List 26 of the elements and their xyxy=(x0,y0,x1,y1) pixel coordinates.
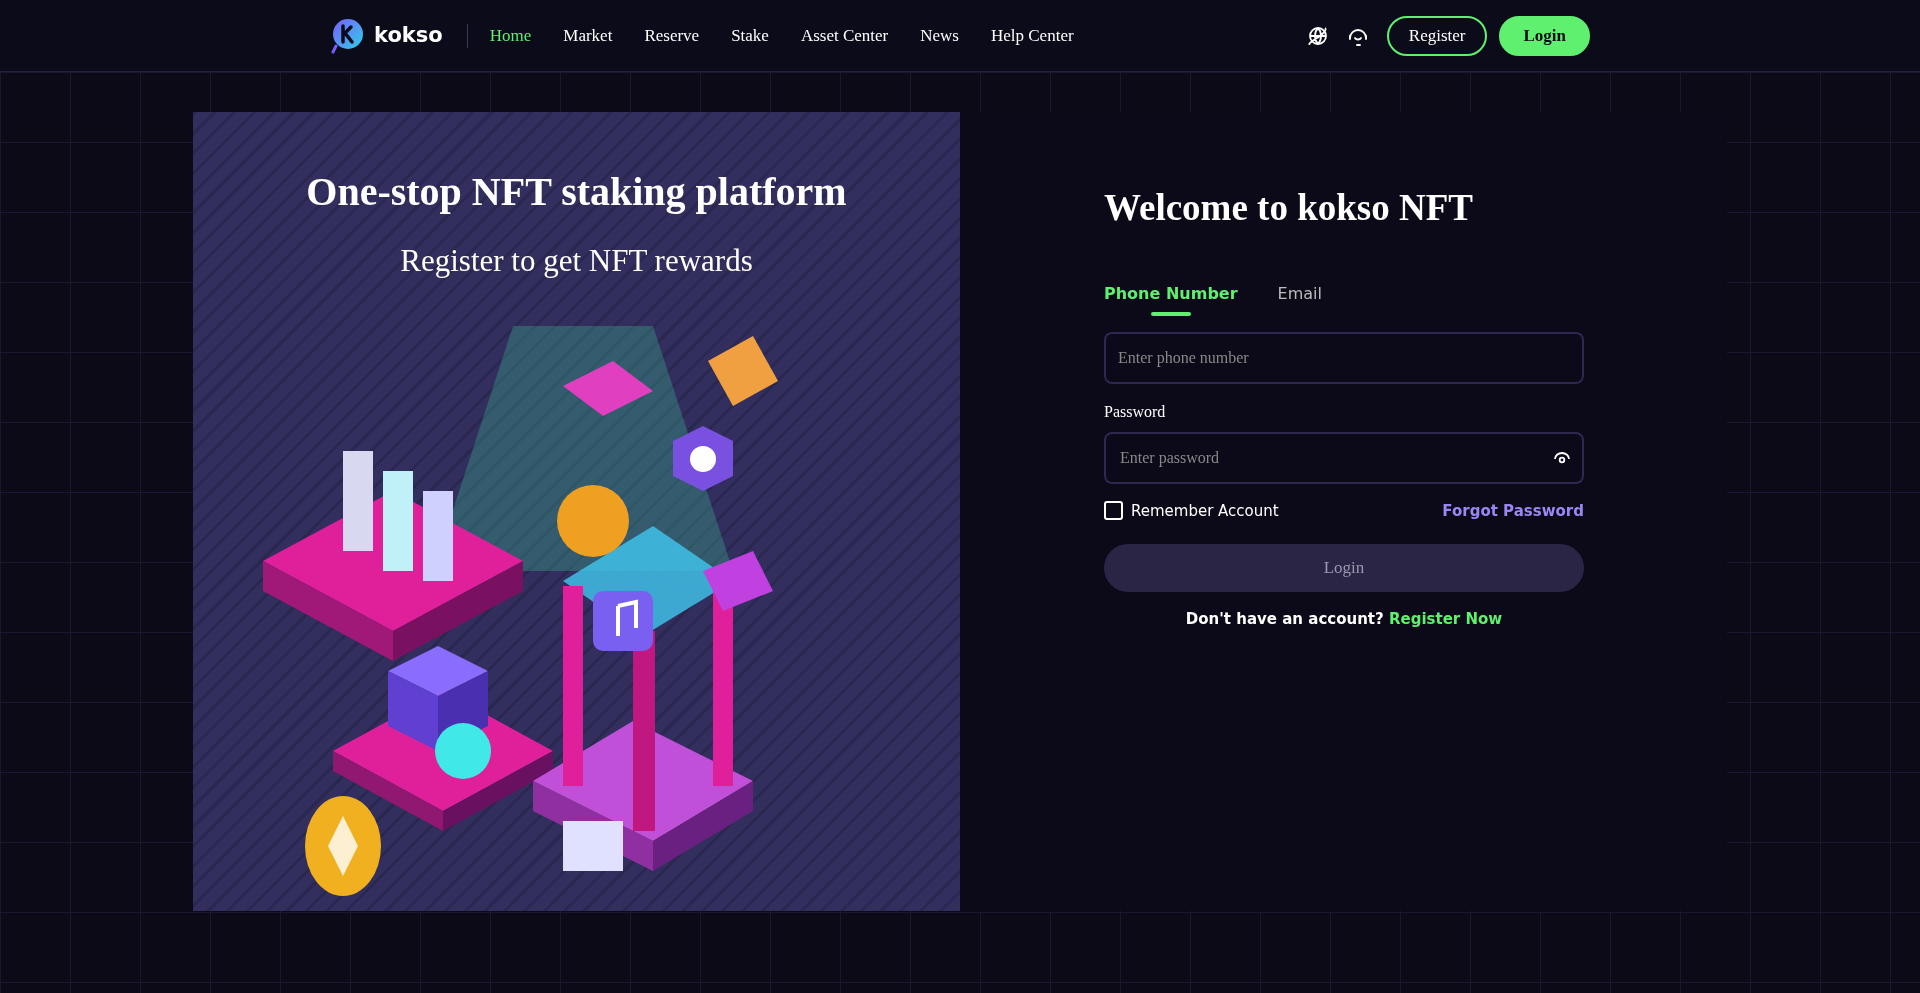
form-title: Welcome to kokso NFT xyxy=(1104,186,1474,230)
nav-link[interactable]: News xyxy=(920,22,959,49)
login-button[interactable]: Login xyxy=(1499,15,1590,56)
phone-input-field[interactable]: Enter phone number xyxy=(1104,331,1584,384)
remember-label: Remember Account xyxy=(1131,500,1279,522)
signup-text: Don't have an account? Register Now xyxy=(1184,609,1504,630)
login-tab[interactable]: Phone Number xyxy=(1104,271,1238,316)
login-tab[interactable]: Email xyxy=(1277,271,1322,316)
nav-link[interactable]: Reserve xyxy=(644,22,700,49)
remember-checkbox[interactable] xyxy=(1104,501,1123,521)
logo-text[interactable]: kokso xyxy=(374,19,443,52)
register-now-link[interactable]: Register Now xyxy=(1388,610,1503,628)
globe-icon[interactable] xyxy=(1306,24,1329,47)
nav-link[interactable]: Stake xyxy=(731,22,769,49)
nav-link[interactable]: Help Center xyxy=(991,22,1074,49)
promo-subtitle: Register to get NFT rewards xyxy=(399,242,754,280)
nav-link[interactable]: Asset Center xyxy=(800,22,889,49)
password-input-field[interactable]: Enter password xyxy=(1104,431,1584,484)
register-button[interactable]: Register xyxy=(1386,15,1488,56)
password-label: Password xyxy=(1104,401,1167,422)
logo-icon[interactable] xyxy=(330,17,364,54)
eye-icon[interactable] xyxy=(1554,451,1570,464)
nav-link[interactable]: Home xyxy=(489,22,532,49)
nav-link[interactable]: Market xyxy=(563,22,613,49)
forgot-password-link[interactable]: Forgot Password xyxy=(1442,499,1584,522)
promo-title: One-stop NFT staking platform xyxy=(305,168,848,216)
